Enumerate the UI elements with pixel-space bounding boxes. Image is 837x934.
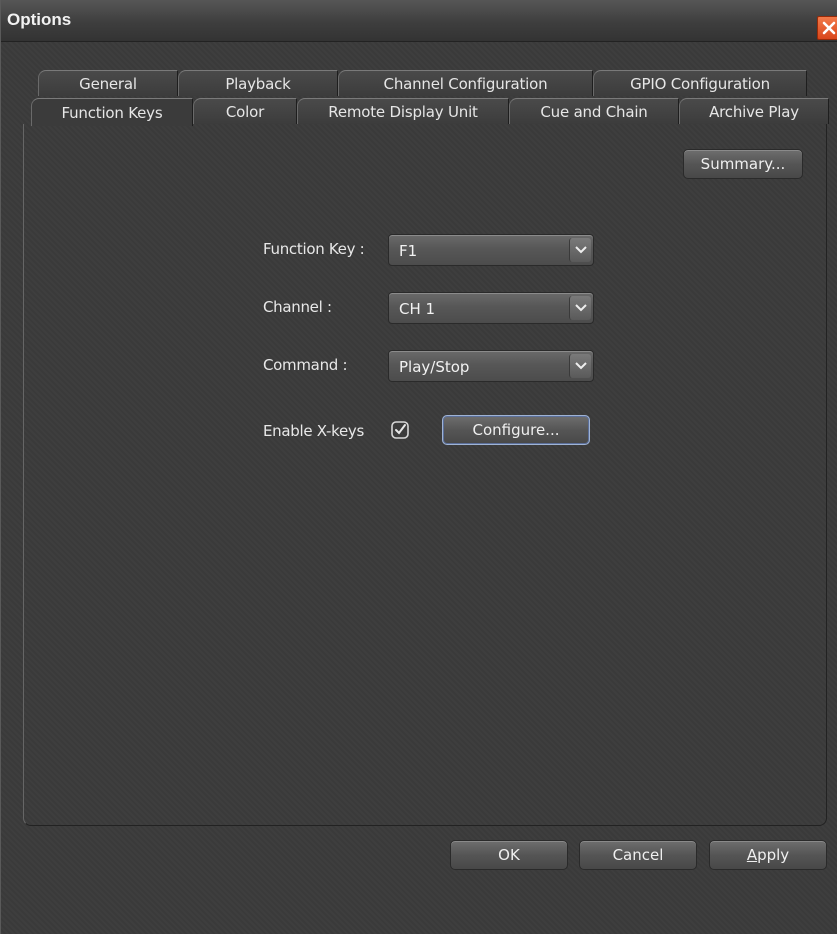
enable-xkeys-label: Enable X-keys [263,422,364,440]
tab-color[interactable]: Color [193,98,297,124]
tab-channel-configuration[interactable]: Channel Configuration [338,70,593,96]
apply-button[interactable]: Apply [709,840,827,870]
ok-label: OK [498,846,520,864]
summary-label: Summary... [700,155,786,173]
ok-button[interactable]: OK [450,840,568,870]
cancel-button[interactable]: Cancel [579,840,697,870]
tab-label: Function Keys [61,103,163,122]
cancel-label: Cancel [612,846,664,864]
command-label: Command : [263,356,348,374]
function-keys-panel [23,124,827,826]
tab-label: Archive Play [709,102,799,121]
command-value: Play/Stop [399,358,470,376]
tab-archive-play[interactable]: Archive Play [679,98,829,124]
channel-label: Channel : [263,298,332,316]
window-title: Options [7,10,72,29]
checkmark-icon [391,421,409,439]
title-bar[interactable]: Options [1,0,837,42]
tab-gpio-configuration[interactable]: GPIO Configuration [593,70,807,96]
chevron-down-icon[interactable] [569,238,591,262]
tab-label: GPIO Configuration [630,74,770,93]
tab-label: Playback [225,74,291,93]
close-button[interactable] [817,16,837,40]
apply-label: Apply [746,846,790,864]
tab-cue-and-chain[interactable]: Cue and Chain [509,98,679,124]
options-dialog: Options General Playback Channel Configu… [0,0,837,934]
tab-label: Cue and Chain [540,102,648,121]
tab-remote-display-unit[interactable]: Remote Display Unit [297,98,509,124]
function-key-label: Function Key : [263,240,365,258]
tab-label: General [79,74,137,93]
configure-button[interactable]: Configure... [442,415,590,445]
tab-label: Remote Display Unit [328,102,478,121]
command-select[interactable]: Play/Stop [388,350,594,382]
tab-label: Channel Configuration [383,74,548,93]
function-key-select[interactable]: F1 [388,234,594,266]
tab-playback[interactable]: Playback [178,70,338,96]
tab-general[interactable]: General [38,70,178,96]
configure-label: Configure... [472,421,560,439]
enable-xkeys-checkbox[interactable] [390,420,410,440]
channel-select[interactable]: CH 1 [388,292,594,324]
chevron-down-icon[interactable] [569,296,591,320]
close-icon [822,21,836,35]
function-key-value: F1 [399,242,418,260]
tab-function-keys[interactable]: Function Keys [31,98,193,126]
channel-value: CH 1 [399,300,436,318]
summary-button[interactable]: Summary... [683,149,803,179]
chevron-down-icon[interactable] [569,354,591,378]
tab-label: Color [225,102,265,121]
